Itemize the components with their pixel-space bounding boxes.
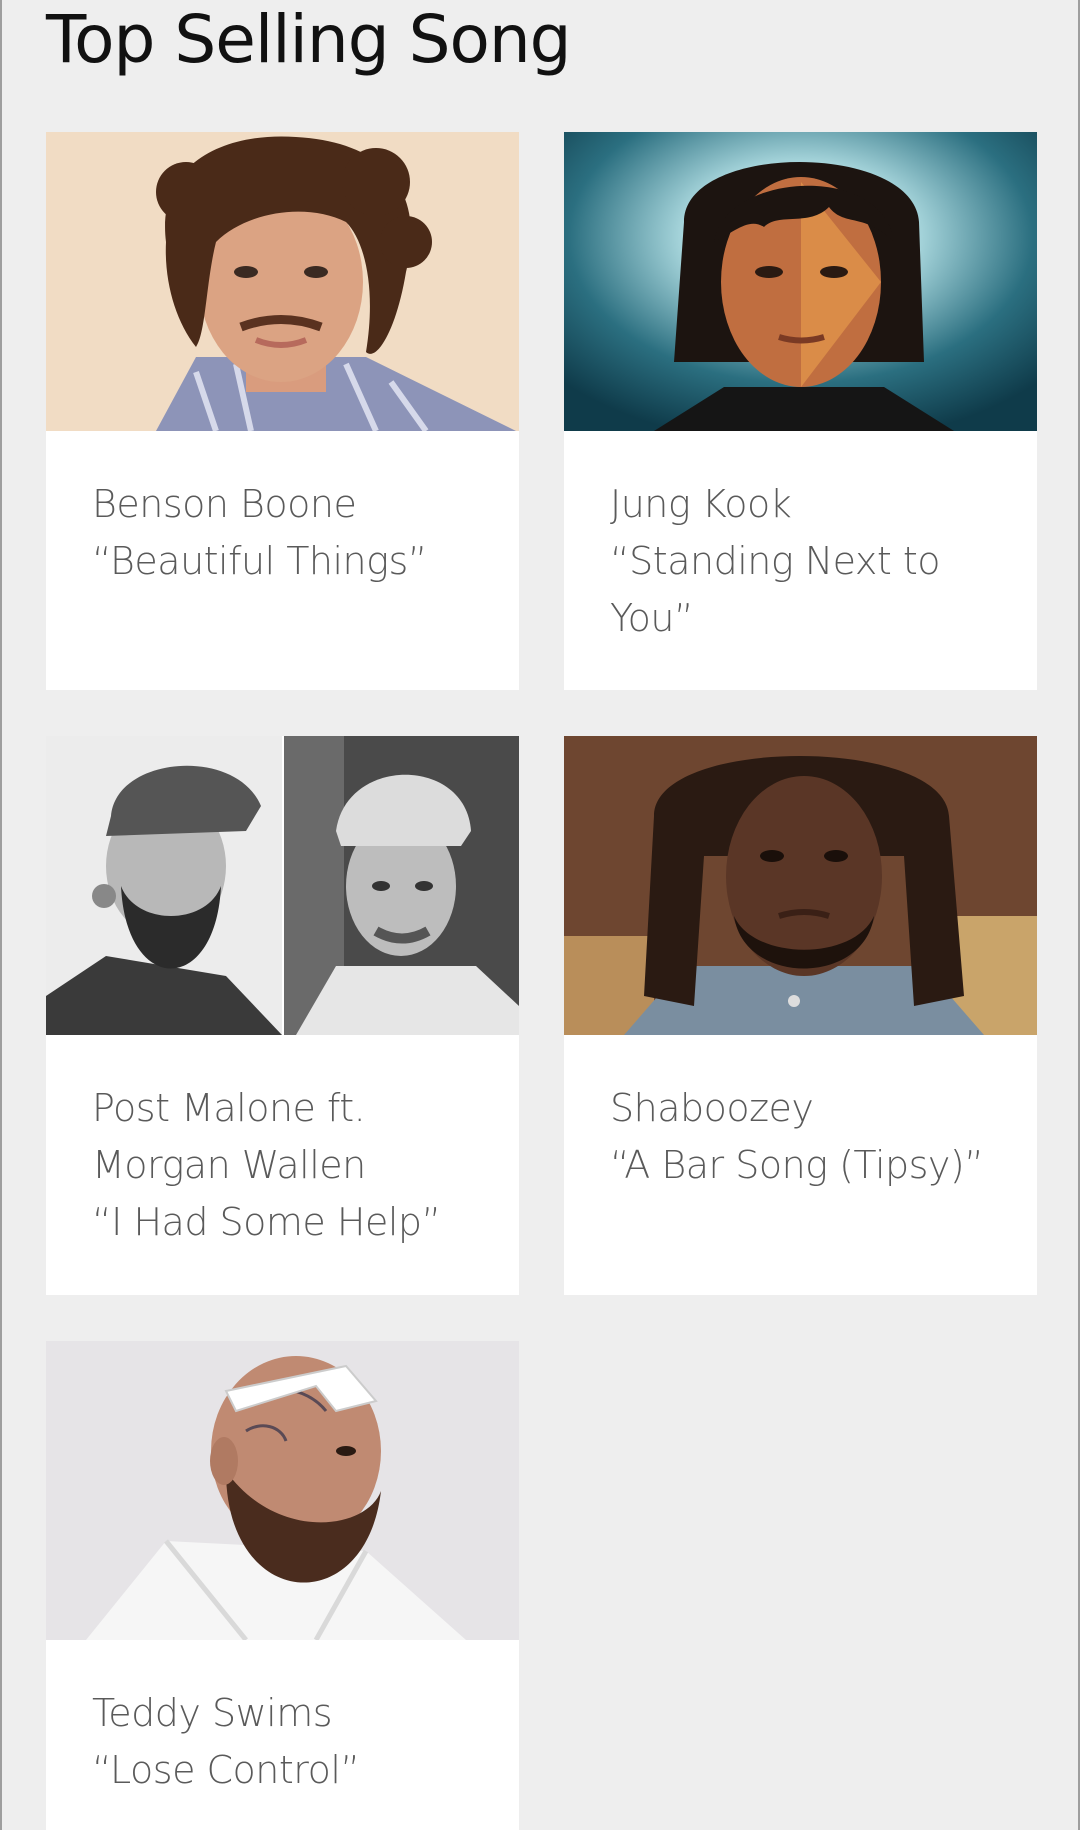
artist-name: Shaboozey: [610, 1086, 814, 1130]
song-card-shaboozey[interactable]: Shaboozey “A Bar Song (Tipsy)”: [564, 736, 1037, 1295]
artist-photo-shaboozey: [564, 736, 1037, 1035]
song-card-teddy-swims[interactable]: Teddy Swims “Lose Control”: [46, 1341, 519, 1830]
left-border: [0, 0, 2, 1830]
artist-name: Jung Kook: [610, 482, 792, 526]
artist-name: Benson Boone: [92, 482, 357, 526]
song-card-benson-boone[interactable]: Benson Boone “Beautiful Things”: [46, 132, 519, 690]
artist-name-line-2: Morgan Wallen: [92, 1143, 366, 1187]
song-title: “A Bar Song (Tipsy)”: [610, 1143, 984, 1187]
song-card-post-malone[interactable]: Post Malone ft. Morgan Wallen “I Had Som…: [46, 736, 519, 1295]
song-card-text: Teddy Swims “Lose Control”: [46, 1640, 519, 1799]
artist-photo-post-malone-morgan-wallen: [46, 736, 519, 1035]
song-card-text: Post Malone ft. Morgan Wallen “I Had Som…: [46, 1035, 519, 1251]
artist-name-line-1: Post Malone ft.: [92, 1086, 366, 1130]
song-card-text: Jung Kook “Standing Next to You”: [564, 431, 1037, 647]
song-title: “Lose Control”: [92, 1748, 360, 1792]
artist-photo-benson-boone: [46, 132, 519, 431]
artist-photo-teddy-swims: [46, 1341, 519, 1640]
artist-photo-icon: [564, 132, 1037, 431]
song-title: “Standing Next to You”: [610, 539, 940, 640]
screen: Top Selling Song Benson Boone “Beautiful…: [0, 0, 1080, 1830]
song-card-jung-kook[interactable]: Jung Kook “Standing Next to You”: [564, 132, 1037, 690]
artist-photo-icon: [46, 736, 519, 1035]
song-card-text: Shaboozey “A Bar Song (Tipsy)”: [564, 1035, 1037, 1194]
artist-photo-icon: [46, 132, 519, 431]
artist-photo-icon: [564, 736, 1037, 1035]
page-title: Top Selling Song: [46, 1, 572, 78]
artist-photo-jung-kook: [564, 132, 1037, 431]
song-card-text: Benson Boone “Beautiful Things”: [46, 431, 519, 590]
artist-name: Teddy Swims: [92, 1691, 333, 1735]
song-title: “Beautiful Things”: [92, 539, 427, 583]
artist-photo-icon: [46, 1341, 519, 1640]
song-title: “I Had Some Help”: [92, 1200, 441, 1244]
